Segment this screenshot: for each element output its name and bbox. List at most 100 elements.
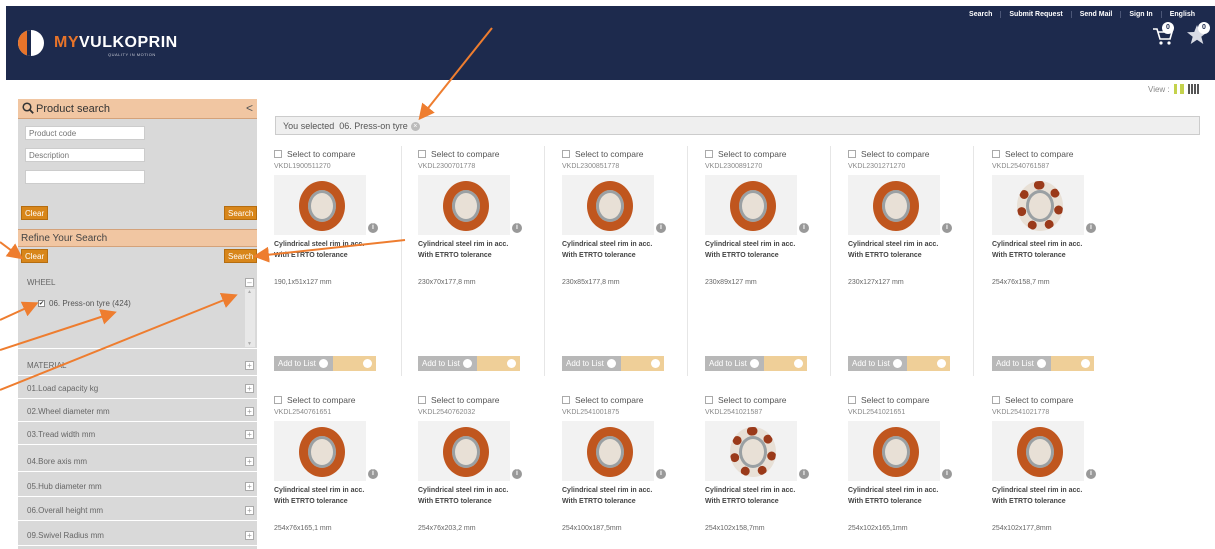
remove-filter-icon[interactable]: ×: [410, 122, 420, 132]
product-image[interactable]: [992, 175, 1084, 235]
product-image[interactable]: [418, 421, 510, 481]
compare-checkbox[interactable]: [848, 150, 856, 158]
compare-checkbox-row[interactable]: Select to compare: [274, 395, 356, 405]
product-code-input[interactable]: [25, 126, 145, 140]
facet-load-capacity[interactable]: 01.Load capacity kg +: [18, 378, 257, 399]
compare-checkbox-row[interactable]: Select to compare: [705, 149, 787, 159]
compare-checkbox-row[interactable]: Select to compare: [274, 149, 356, 159]
product-code[interactable]: VKDL2300701778: [418, 163, 475, 170]
favorite-toggle[interactable]: [621, 356, 664, 371]
add-to-list-button[interactable]: Add to List: [705, 356, 764, 371]
product-code[interactable]: VKDL2301271270: [848, 163, 905, 170]
product-code[interactable]: VKDL2540761651: [274, 409, 331, 416]
product-code[interactable]: VKDL1900511270: [274, 163, 331, 170]
info-icon[interactable]: i: [799, 223, 809, 233]
expand-icon[interactable]: +: [245, 457, 254, 466]
expand-icon[interactable]: +: [245, 384, 254, 393]
compare-checkbox[interactable]: [848, 396, 856, 404]
wheel-facet-scrollbar[interactable]: [245, 289, 255, 347]
product-image[interactable]: [992, 421, 1084, 481]
nav-submit-request-link[interactable]: Submit Request: [1000, 11, 1070, 18]
facet-swivel-radius[interactable]: 09.Swivel Radius mm +: [18, 525, 257, 546]
compare-checkbox[interactable]: [274, 150, 282, 158]
compare-checkbox[interactable]: [705, 396, 713, 404]
grid-view-icon[interactable]: [1173, 84, 1184, 94]
compare-checkbox[interactable]: [562, 396, 570, 404]
expand-icon[interactable]: +: [245, 361, 254, 370]
info-icon[interactable]: i: [512, 223, 522, 233]
compare-checkbox[interactable]: [562, 150, 570, 158]
expand-icon[interactable]: +: [245, 482, 254, 491]
info-icon[interactable]: i: [1086, 469, 1096, 479]
refine-search-button[interactable]: Search: [224, 249, 258, 263]
compare-checkbox-row[interactable]: Select to compare: [562, 149, 644, 159]
favorite-toggle[interactable]: [907, 356, 950, 371]
compare-checkbox[interactable]: [274, 396, 282, 404]
add-to-list-button[interactable]: Add to List: [418, 356, 477, 371]
collapse-wheel-icon[interactable]: –: [245, 278, 254, 287]
expand-icon[interactable]: +: [245, 407, 254, 416]
product-code[interactable]: VKDL2541001875: [562, 409, 619, 416]
compare-checkbox[interactable]: [418, 396, 426, 404]
facet-wheel-diameter[interactable]: 02.Wheel diameter mm +: [18, 401, 257, 422]
nav-send-mail-link[interactable]: Send Mail: [1070, 11, 1121, 18]
expand-icon[interactable]: +: [245, 506, 254, 515]
checked-checkbox[interactable]: ✔: [38, 300, 45, 307]
product-code[interactable]: VKDL2541021778: [992, 409, 1049, 416]
facet-overall-height[interactable]: 06.Overall height mm +: [18, 500, 257, 521]
product-image[interactable]: [562, 175, 654, 235]
info-icon[interactable]: i: [656, 469, 666, 479]
info-icon[interactable]: i: [368, 469, 378, 479]
nav-sign-in-link[interactable]: Sign In: [1120, 11, 1160, 18]
product-code[interactable]: VKDL2540761587: [992, 163, 1049, 170]
compare-checkbox-row[interactable]: Select to compare: [562, 395, 644, 405]
compare-checkbox[interactable]: [418, 150, 426, 158]
description-input[interactable]: [25, 148, 145, 162]
product-image[interactable]: [274, 421, 366, 481]
compare-checkbox-row[interactable]: Select to compare: [848, 149, 930, 159]
compare-checkbox-row[interactable]: Select to compare: [848, 395, 930, 405]
product-image[interactable]: [274, 175, 366, 235]
product-image[interactable]: [418, 175, 510, 235]
nav-language-link[interactable]: English: [1160, 11, 1203, 18]
compare-checkbox-row[interactable]: Select to compare: [418, 149, 500, 159]
clear-button[interactable]: Clear: [21, 206, 49, 220]
search-button[interactable]: Search: [224, 206, 258, 220]
product-image[interactable]: [848, 421, 940, 481]
favorite-toggle[interactable]: [764, 356, 807, 371]
compare-checkbox-row[interactable]: Select to compare: [418, 395, 500, 405]
add-to-list-button[interactable]: Add to List: [992, 356, 1051, 371]
product-image[interactable]: [705, 175, 797, 235]
compare-checkbox[interactable]: [992, 396, 1000, 404]
add-to-list-button[interactable]: Add to List: [274, 356, 333, 371]
info-icon[interactable]: i: [1086, 223, 1096, 233]
compare-checkbox[interactable]: [705, 150, 713, 158]
info-icon[interactable]: i: [942, 469, 952, 479]
favorite-toggle[interactable]: [1051, 356, 1094, 371]
product-code[interactable]: VKDL2541021651: [848, 409, 905, 416]
favorite-toggle[interactable]: [477, 356, 520, 371]
list-view-icon[interactable]: [1187, 84, 1200, 94]
extra-search-input[interactable]: [25, 170, 145, 184]
info-icon[interactable]: i: [512, 469, 522, 479]
product-image[interactable]: [562, 421, 654, 481]
product-code[interactable]: VKDL2541021587: [705, 409, 762, 416]
compare-checkbox[interactable]: [992, 150, 1000, 158]
facet-tread-width[interactable]: 03.Tread width mm +: [18, 424, 257, 445]
info-icon[interactable]: i: [942, 223, 952, 233]
product-image[interactable]: [705, 421, 797, 481]
add-to-list-button[interactable]: Add to List: [848, 356, 907, 371]
facet-bore-axis[interactable]: 04.Bore axis mm +: [18, 451, 257, 472]
info-icon[interactable]: i: [799, 469, 809, 479]
product-code[interactable]: VKDL2300891270: [705, 163, 762, 170]
nav-search-link[interactable]: Search: [961, 11, 1000, 18]
wheel-option-press-on-tyre[interactable]: ✔ 06. Press-on tyre (424): [38, 299, 131, 308]
myvulkoprin-logo[interactable]: MYVULKOPRIN QUALITY IN MOTION: [18, 30, 178, 57]
facet-hub-diameter[interactable]: 05.Hub diameter mm +: [18, 476, 257, 497]
product-code[interactable]: VKDL2300851778: [562, 163, 619, 170]
compare-checkbox-row[interactable]: Select to compare: [992, 149, 1074, 159]
favorites-button[interactable]: 0: [1186, 22, 1210, 46]
compare-checkbox-row[interactable]: Select to compare: [992, 395, 1074, 405]
compare-checkbox-row[interactable]: Select to compare: [705, 395, 787, 405]
cart-button[interactable]: 0: [1152, 22, 1174, 46]
